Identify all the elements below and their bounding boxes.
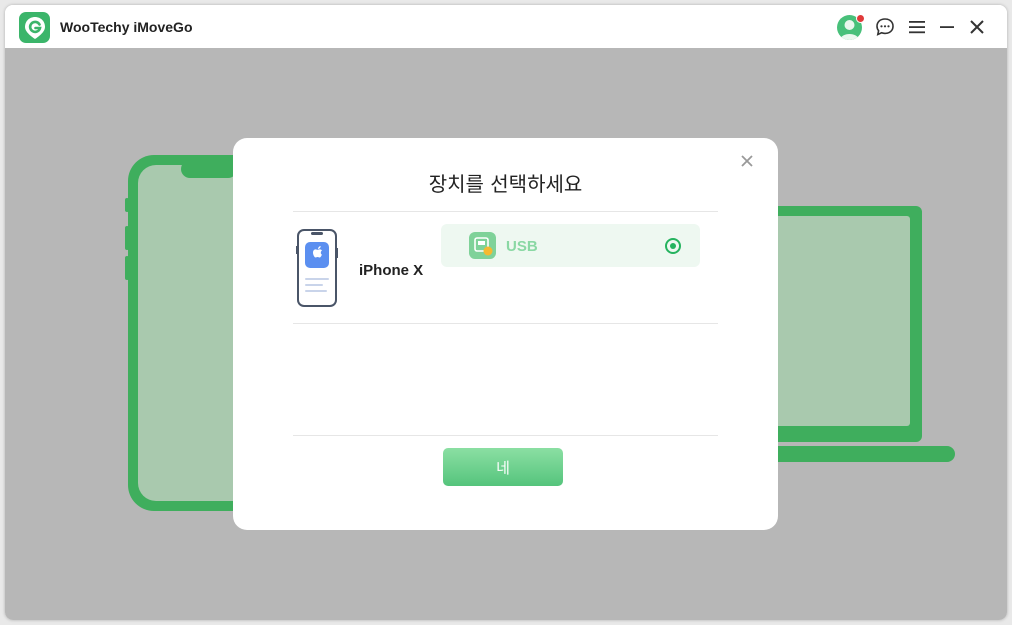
device-name: iPhone X: [359, 262, 424, 279]
title-bar: WooTechy iMoveGo: [5, 5, 1007, 48]
divider: [293, 211, 718, 212]
app-window: WooTechy iMoveGo 장치를 선택하세요 iPhone X USB …: [5, 5, 1007, 620]
usb-radio-selected[interactable]: [665, 238, 681, 254]
app-logo-icon: [19, 12, 50, 43]
dialog-title: 장치를 선택하세요: [428, 172, 583, 196]
usb-label: USB: [506, 238, 538, 255]
notification-dot: [856, 14, 865, 23]
menu-icon[interactable]: [903, 13, 931, 41]
select-device-dialog: 장치를 선택하세요 iPhone X USB 네: [233, 138, 778, 530]
confirm-button[interactable]: 네: [443, 448, 563, 486]
device-row: iPhone X USB: [293, 213, 718, 323]
usb-device-icon: [469, 232, 496, 259]
divider: [293, 323, 718, 324]
chat-bubble-icon[interactable]: [871, 13, 899, 41]
usb-connection-option[interactable]: USB: [441, 224, 700, 267]
app-title: WooTechy iMoveGo: [60, 19, 193, 35]
close-icon[interactable]: [963, 13, 991, 41]
main-content: 장치를 선택하세요 iPhone X USB 네: [5, 48, 1007, 620]
divider: [293, 435, 718, 436]
iphone-icon: [296, 228, 340, 313]
minimize-icon[interactable]: [933, 13, 961, 41]
